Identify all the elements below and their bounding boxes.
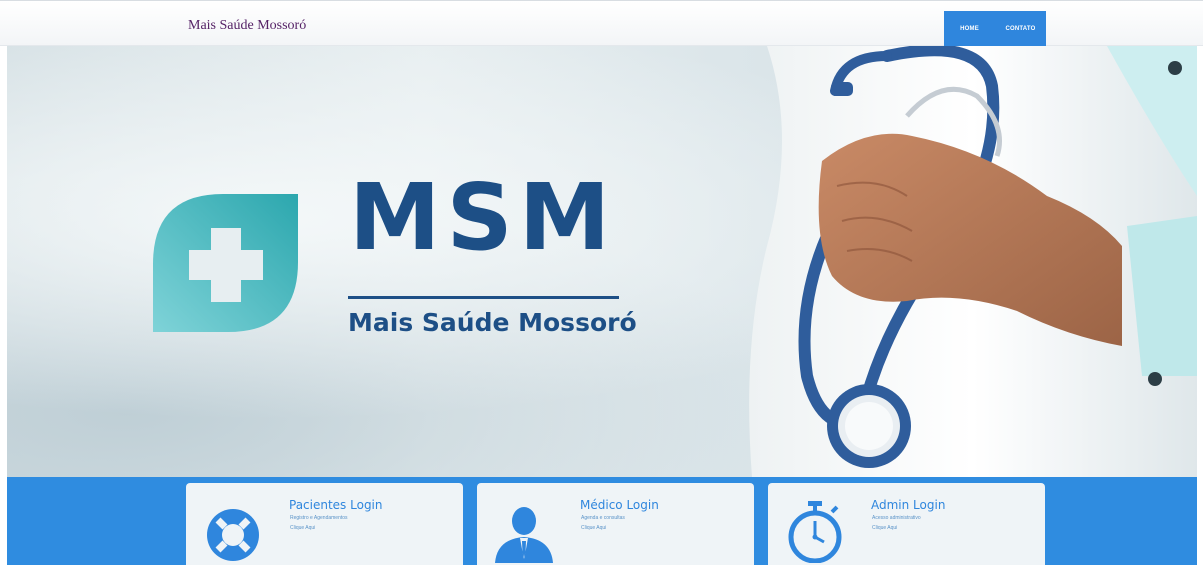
doctor-icon (495, 507, 553, 563)
nav-contato-link[interactable]: CONTATO (995, 11, 1046, 47)
card-title: Admin Login (871, 498, 946, 512)
card-description: Acesso administrativo (872, 515, 921, 521)
top-navbar: Mais Saúde Mossoró HOME CONTATO (0, 0, 1203, 47)
stopwatch-icon (788, 501, 842, 563)
card-link[interactable]: Clique Aqui (872, 525, 897, 531)
admin-login-card[interactable]: Admin Login Acesso administrativo Clique… (768, 483, 1045, 565)
pacientes-login-card[interactable]: Pacientes Login Registro e Agendamentos … (186, 483, 463, 565)
logo-title: MSM (349, 164, 617, 271)
main-nav: HOME CONTATO (944, 11, 1046, 47)
brand-link[interactable]: Mais Saúde Mossoró (188, 18, 306, 34)
card-title: Pacientes Login (289, 498, 383, 512)
medico-login-card[interactable]: Médico Login Agenda e consultas Clique A… (477, 483, 754, 565)
card-description: Agenda e consultas (581, 515, 625, 521)
logo-subtitle: Mais Saúde Mossoró (348, 308, 637, 337)
hero-banner: MSM Mais Saúde Mossoró (7, 46, 1197, 477)
card-description: Registro e Agendamentos (290, 515, 348, 521)
logo-divider (348, 296, 619, 299)
card-link[interactable]: Clique Aqui (290, 525, 315, 531)
logo-mark-icon (153, 194, 298, 332)
nav-home-link[interactable]: HOME (944, 11, 995, 47)
lifebuoy-icon (207, 509, 259, 561)
card-link[interactable]: Clique Aqui (581, 525, 606, 531)
card-title: Médico Login (580, 498, 659, 512)
